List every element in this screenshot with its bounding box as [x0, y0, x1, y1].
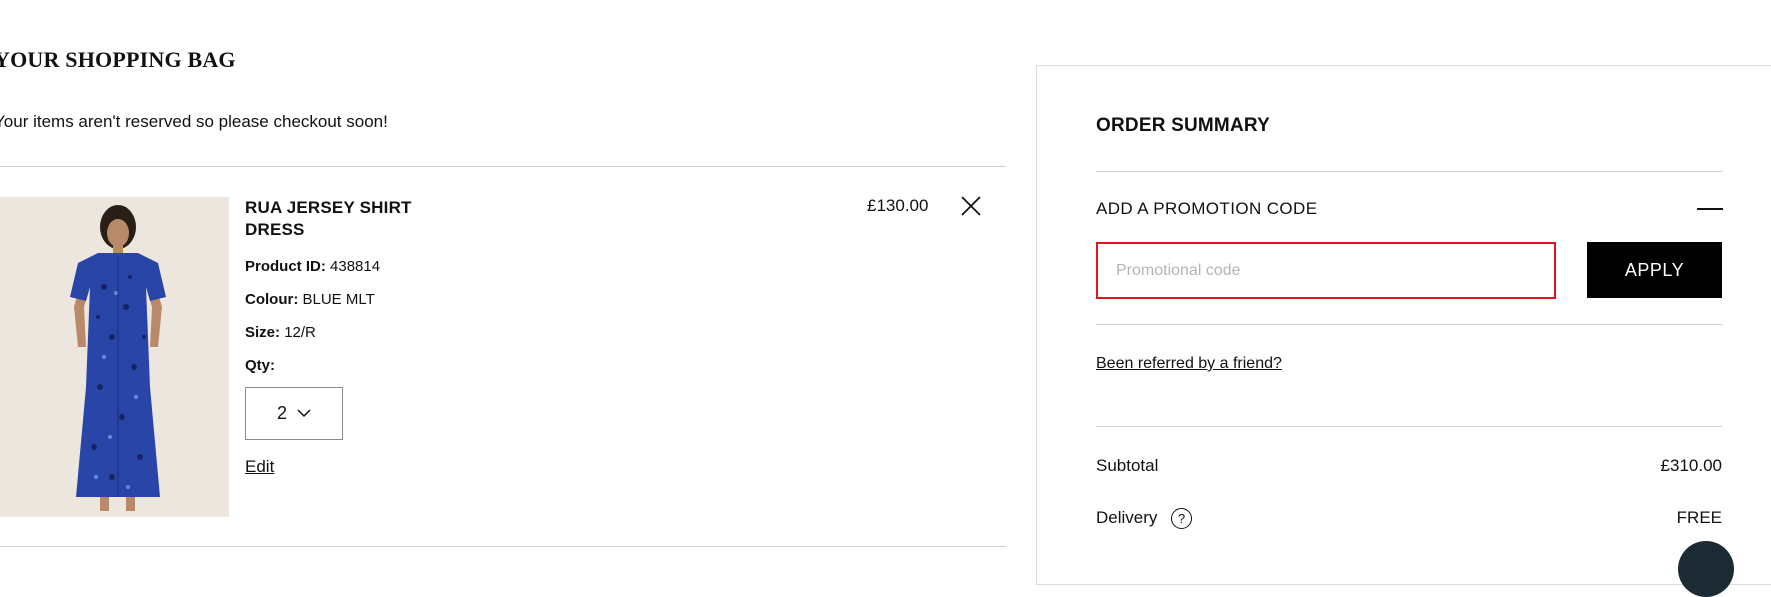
- bag-bottom-divider: [0, 546, 1006, 547]
- referral-link[interactable]: Been referred by a friend?: [1096, 355, 1282, 373]
- product-id-label: Product ID:: [245, 258, 326, 275]
- colour-value: BLUE MLT: [302, 291, 375, 308]
- edit-link[interactable]: Edit: [245, 457, 274, 477]
- subtotal-label: Subtotal: [1096, 456, 1159, 475]
- delivery-value: FREE: [1676, 508, 1722, 527]
- chat-widget-button[interactable]: [1678, 541, 1734, 597]
- item-price: £130.00: [867, 196, 929, 215]
- size-value: 12/R: [284, 324, 316, 341]
- order-summary-title: ORDER SUMMARY: [1096, 115, 1270, 136]
- subtotal-value: £310.00: [1660, 456, 1722, 475]
- order-summary-panel: [1036, 65, 1771, 585]
- summary-divider-1: [1096, 171, 1722, 172]
- product-name[interactable]: RUA JERSEY SHIRT DRESS: [245, 197, 425, 241]
- promo-code-input[interactable]: [1096, 242, 1556, 299]
- summary-divider-2: [1096, 324, 1722, 325]
- quantity-select[interactable]: 2: [245, 387, 343, 440]
- chevron-down-icon: [297, 409, 311, 418]
- remove-item-button[interactable]: [958, 193, 984, 219]
- reservation-notice: Your items aren't reserved so please che…: [0, 112, 388, 131]
- quantity-value: 2: [276, 403, 287, 423]
- product-id-value: 438814: [330, 258, 381, 275]
- minus-icon[interactable]: [1697, 208, 1723, 210]
- colour-row: Colour: BLUE MLT: [245, 291, 375, 308]
- qty-label: Qty:: [245, 357, 275, 374]
- promo-code-toggle[interactable]: ADD A PROMOTION CODE: [1096, 199, 1317, 219]
- size-row: Size: 12/R: [245, 324, 316, 341]
- product-id-row: Product ID: 438814: [245, 258, 380, 275]
- question-circle-icon[interactable]: ?: [1171, 508, 1192, 529]
- dress-illustration: [0, 197, 229, 517]
- close-icon: [961, 196, 981, 216]
- delivery-label: Delivery: [1096, 508, 1158, 527]
- colour-label: Colour:: [245, 291, 299, 308]
- apply-button[interactable]: APPLY: [1587, 242, 1722, 298]
- summary-divider-3: [1096, 426, 1722, 427]
- size-label: Size:: [245, 324, 281, 341]
- product-image[interactable]: [0, 197, 229, 517]
- bag-top-divider: [0, 166, 1006, 167]
- page-title: YOUR SHOPPING BAG: [0, 47, 236, 72]
